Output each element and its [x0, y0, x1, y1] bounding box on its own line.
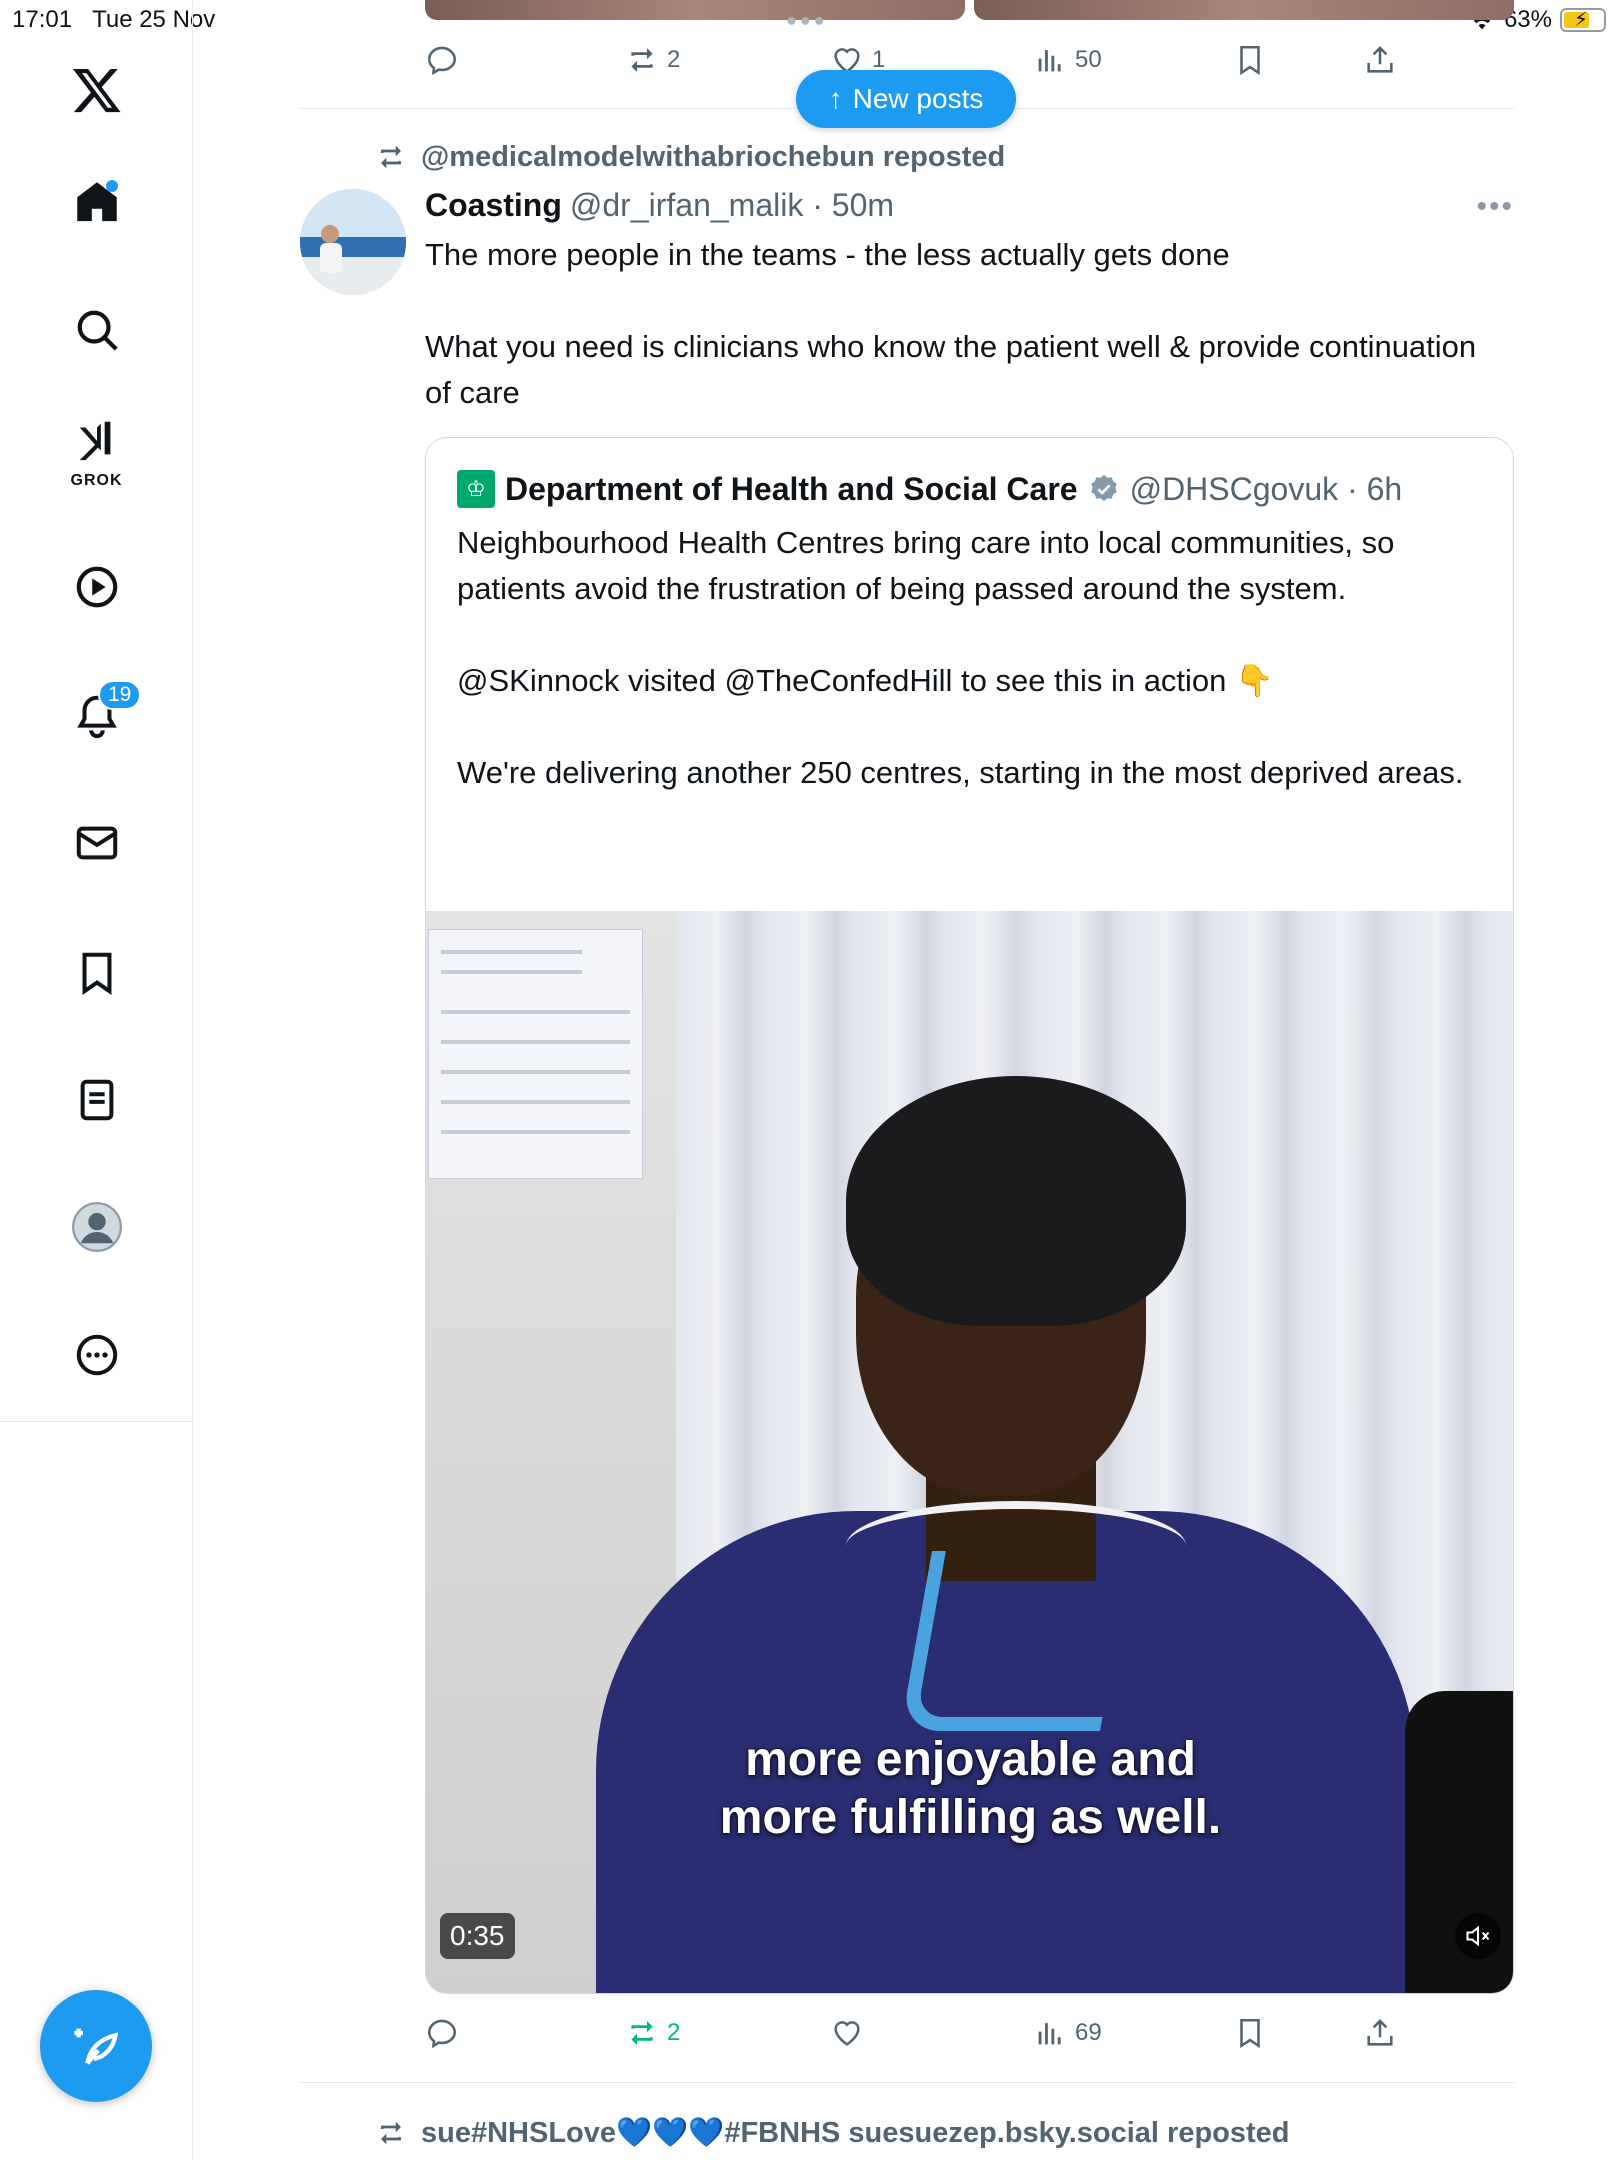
views-icon	[1038, 50, 1061, 72]
video-scene-lanyard	[900, 1551, 1132, 1731]
post-divider	[300, 2082, 1514, 2083]
sidebar-item-lists[interactable]	[0, 1060, 193, 1140]
sidebar-item-home[interactable]	[0, 162, 193, 242]
author-avatar[interactable]	[300, 189, 406, 295]
sidebar: GROK 19	[0, 0, 193, 2160]
video-caption-line-1: more enjoyable and	[745, 1733, 1196, 1786]
post-header: Coasting @dr_irfan_malik · 50m	[425, 182, 894, 228]
list-icon	[80, 1079, 113, 1121]
prev-share-button[interactable]	[1363, 30, 1397, 90]
compose-button[interactable]	[40, 1990, 152, 2102]
compose-feather-icon	[74, 2028, 119, 2065]
video-caption: more enjoyable and more fulfilling as we…	[426, 1731, 1513, 1847]
quoted-paragraph-1: Neighbourhood Health Centres bring care …	[457, 525, 1395, 606]
repost-icon	[381, 145, 401, 169]
prev-bookmark-button[interactable]	[1233, 30, 1267, 90]
grok-label: GROK	[70, 472, 123, 489]
reply-icon	[427, 46, 457, 76]
avatar-photo	[300, 189, 406, 295]
sidebar-item-more[interactable]	[0, 1315, 193, 1395]
sidebar-item-notifications[interactable]: 19	[0, 676, 193, 756]
play-circle-icon	[76, 566, 117, 608]
author-name[interactable]: Coasting	[425, 187, 562, 224]
reply-button[interactable]	[425, 2003, 459, 2063]
heart-icon	[834, 2021, 860, 2046]
like-button[interactable]	[830, 2003, 864, 2063]
post-actions: 2 69	[300, 2003, 1514, 2063]
sidebar-divider	[0, 1421, 193, 1422]
quoted-post-text: Neighbourhood Health Centres bring care …	[457, 520, 1487, 796]
profile-avatar-icon	[71, 1202, 122, 1252]
post-more-button[interactable]: •••	[1476, 190, 1514, 224]
views-count: 69	[1075, 2019, 1102, 2046]
bookmark-icon	[1240, 2018, 1260, 2049]
sidebar-item-explore[interactable]	[0, 290, 193, 370]
video-scene-hair	[846, 1076, 1186, 1326]
repost-icon	[381, 2121, 401, 2145]
new-posts-label: New posts	[852, 83, 984, 114]
prev-views-button[interactable]: 50	[1033, 30, 1102, 90]
carousel-dots: ●●●	[786, 10, 828, 30]
bookmark-icon	[1240, 45, 1260, 76]
sidebar-item-grok[interactable]: GROK	[0, 410, 193, 490]
share-icon	[1367, 46, 1393, 73]
repost-button[interactable]: 2	[625, 2003, 680, 2063]
quoted-author-handle-time: @DHSCgovuk · 6h	[1129, 470, 1403, 507]
repost-icon	[631, 2020, 653, 2046]
prev-repost-button[interactable]: 2	[625, 30, 680, 90]
repost-context[interactable]: @medicalmodelwithabriochebun reposted	[375, 137, 1005, 177]
video-duration: 0:35	[440, 1913, 515, 1959]
mail-icon	[76, 826, 117, 860]
prev-reply-button[interactable]	[425, 30, 459, 90]
speaker-muted-icon	[1466, 1925, 1490, 1947]
author-handle-time[interactable]: @dr_irfan_malik · 50m	[570, 187, 894, 224]
new-posts-button[interactable]: ↑ New posts	[796, 70, 1016, 128]
battery-icon: ⚡	[1560, 8, 1606, 32]
prev-post-media-right[interactable]	[974, 0, 1514, 20]
reply-icon	[427, 2019, 457, 2049]
video-scene-poster	[428, 929, 643, 1179]
prev-views-count: 50	[1075, 46, 1102, 73]
quoted-author-name: Department of Health and Social Care	[505, 470, 1078, 507]
share-icon	[1367, 2019, 1393, 2046]
verified-badge-icon	[1090, 475, 1117, 501]
views-button[interactable]: 69	[1033, 2003, 1102, 2063]
repost-count: 2	[667, 2019, 681, 2046]
quoted-post[interactable]: ♔ Department of Health and Social Care @…	[425, 437, 1514, 1994]
arrow-up-icon: ↑	[828, 83, 843, 114]
quoted-paragraph-3: We're delivering another 250 centres, st…	[457, 755, 1464, 790]
sidebar-item-profile[interactable]	[0, 1187, 193, 1267]
post-text-line-2: What you need is clinicians who know the…	[425, 329, 1477, 410]
bookmark-icon	[82, 952, 111, 996]
x-logo[interactable]	[0, 50, 193, 130]
post-text: The more people in the teams - the less …	[425, 232, 1485, 416]
search-icon	[77, 310, 118, 351]
sidebar-item-video[interactable]	[0, 547, 193, 627]
sidebar-item-messages[interactable]	[0, 803, 193, 883]
share-button[interactable]	[1363, 2003, 1397, 2063]
repost-icon	[631, 47, 653, 73]
views-icon	[1038, 2023, 1061, 2045]
home-unread-dot	[106, 180, 118, 192]
next-reposted-by-text: sue#NHSLove💙💙💙#FBNHS suesuezep.bsky.soci…	[421, 2117, 1290, 2149]
video-player[interactable]: more enjoyable and more fulfilling as we…	[426, 911, 1513, 1993]
bookmark-button[interactable]	[1233, 2003, 1267, 2063]
x-logo-icon	[72, 68, 121, 113]
notifications-badge: 19	[98, 680, 142, 710]
crown-logo-icon: ♔	[457, 470, 495, 508]
next-repost-context[interactable]: sue#NHSLove💙💙💙#FBNHS suesuezep.bsky.soci…	[375, 2113, 1290, 2153]
quoted-paragraph-2: @SKinnock visited @TheConfedHill to see …	[457, 663, 1274, 698]
prev-repost-count: 2	[667, 46, 681, 73]
mute-button[interactable]	[1455, 1913, 1501, 1959]
reposted-by-text: @medicalmodelwithabriochebun reposted	[421, 140, 1006, 173]
grok-icon	[79, 421, 110, 461]
quoted-post-header: ♔ Department of Health and Social Care @…	[457, 466, 1402, 512]
prev-post-media-left[interactable]	[425, 0, 965, 20]
sidebar-item-bookmarks[interactable]	[0, 933, 193, 1013]
video-caption-line-2: more fulfilling as well.	[719, 1791, 1222, 1844]
more-circle-icon	[76, 1334, 117, 1376]
post-text-line-1: The more people in the teams - the less …	[425, 237, 1230, 272]
timeline: ●●● 2 1 50 ↑ New posts @medicalmodelwith…	[300, 0, 1514, 2160]
